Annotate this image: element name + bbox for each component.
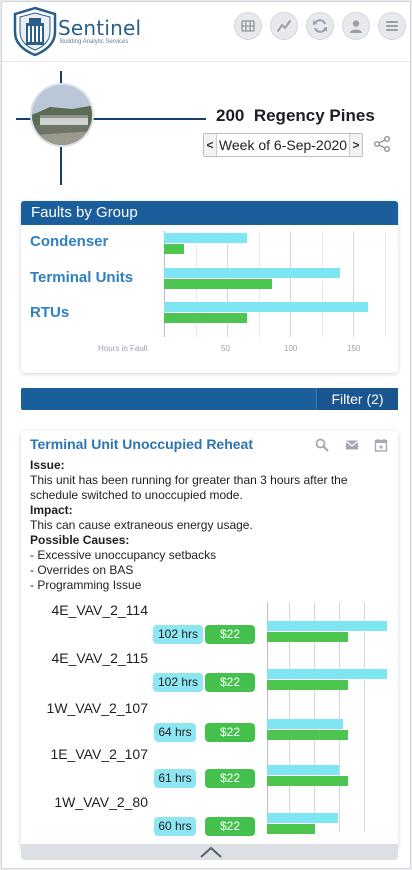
unit-name[interactable]: 1W_VAV_2_107: [2, 700, 148, 716]
filter-button[interactable]: Filter (2): [316, 388, 398, 410]
property-title: 200 Regency Pines: [216, 106, 375, 126]
fault-bar: [164, 233, 248, 243]
cause-item: - Programming Issue: [30, 578, 142, 592]
hours-badge: 61 hrs: [154, 769, 196, 788]
search-icon[interactable]: [315, 438, 329, 452]
cost-badge: $22: [205, 625, 255, 644]
x-tick-label: 50: [221, 344, 230, 353]
chart-gridline: [290, 231, 291, 337]
unit-cost-bar: [267, 680, 349, 690]
fault-bar: [164, 279, 273, 289]
fault-bar: [164, 313, 248, 323]
chart-gridline: [384, 231, 386, 337]
x-tick-label: 100: [284, 344, 298, 353]
email-icon[interactable]: [345, 438, 359, 452]
issue-text: This unit has been running for greater t…: [30, 473, 348, 502]
fault-bar: [164, 268, 341, 278]
account-button[interactable]: [342, 12, 370, 40]
chart-gridline: [353, 231, 354, 337]
unit-name[interactable]: 4E_VAV_2_114: [2, 602, 148, 618]
cause-item: - Overrides on BAS: [30, 563, 134, 577]
impact-text: This can cause extraneous energy usage.: [30, 518, 253, 532]
issue-details: Issue: This unit has been running for gr…: [30, 458, 385, 593]
brand-tagline: Building Analytic Services: [60, 39, 129, 45]
cost-badge: $22: [205, 769, 255, 788]
unit-cost-bar: [267, 632, 349, 642]
chevron-up-icon[interactable]: [199, 845, 223, 859]
causes-label: Possible Causes:: [30, 533, 130, 547]
faults-card-title: Faults by Group: [21, 201, 398, 225]
hours-badge: 60 hrs: [154, 817, 196, 836]
next-week-button[interactable]: >: [350, 134, 362, 156]
hours-badge: 64 hrs: [154, 723, 196, 742]
unit-cost-bar: [267, 776, 349, 786]
trends-button[interactable]: [270, 12, 298, 40]
unit-cost-bar: [267, 730, 349, 740]
chart-gridline: [321, 231, 323, 337]
cost-badge: $22: [205, 817, 255, 836]
faults-card: Faults by Group Condenser Terminal Units R…: [21, 201, 398, 373]
brand-name: Sentinel: [58, 16, 142, 40]
unit-cost-bar: [267, 824, 316, 834]
impact-label: Impact:: [30, 503, 73, 517]
week-selector: < Week of 6-Sep-2020 >: [203, 133, 363, 157]
unit-name[interactable]: 1W_VAV_2_80: [2, 794, 148, 810]
refresh-icon: [313, 19, 327, 33]
filter-bar: Filter (2): [21, 388, 398, 410]
header-divider: [2, 61, 410, 62]
week-label[interactable]: Week of 6-Sep-2020: [216, 134, 350, 156]
unit-name[interactable]: 1E_VAV_2_107: [2, 746, 148, 762]
app-frame: Sentinel Building Analytic Services 200 …: [1, 1, 411, 869]
user-icon: [350, 20, 362, 33]
share-icon[interactable]: [373, 135, 391, 153]
issue-card: Terminal Unit Unoccupied Reheat Issue: T…: [21, 431, 398, 851]
group-label: Terminal Units: [30, 269, 134, 286]
group-label: RTUs: [30, 304, 70, 321]
unit-hours-bar: [267, 765, 339, 775]
menu-button[interactable]: [378, 12, 406, 40]
unit-hours-bar: [267, 621, 388, 631]
hours-badge: 102 hrs: [153, 673, 203, 692]
unit-hours-bar: [267, 813, 338, 823]
prev-week-button[interactable]: <: [204, 134, 216, 156]
trend-icon: [277, 20, 291, 32]
fault-bar: [164, 302, 369, 312]
grid-icon: [241, 20, 255, 32]
property-number: 200: [216, 106, 245, 125]
issue-label: Issue:: [30, 458, 65, 472]
issue-title[interactable]: Terminal Unit Unoccupied Reheat: [30, 436, 253, 452]
sentinel-logo-icon: [13, 6, 57, 56]
unit-hours-bar: [267, 719, 343, 729]
grid-view-button[interactable]: [234, 12, 262, 40]
group-label: Condenser: [30, 233, 109, 250]
unit-hours-bar: [267, 669, 388, 679]
refresh-button[interactable]: [306, 12, 334, 40]
cause-item: - Excessive unoccupancy setbacks: [30, 548, 217, 562]
property-photo: [30, 83, 94, 147]
x-tick-label: 150: [347, 344, 361, 353]
units-chart-gridline: [364, 602, 365, 832]
calendar-icon[interactable]: [374, 438, 388, 452]
app-header: Sentinel Building Analytic Services: [2, 2, 410, 56]
menu-icon: [386, 21, 398, 31]
hours-badge: 102 hrs: [153, 625, 203, 644]
unit-name[interactable]: 4E_VAV_2_115: [2, 650, 148, 666]
property-name: Regency Pines: [253, 106, 375, 125]
cost-badge: $22: [205, 723, 255, 742]
fault-bar: [164, 244, 185, 254]
x-axis-label: Hours in Fault: [98, 344, 148, 353]
cost-badge: $22: [205, 673, 255, 692]
